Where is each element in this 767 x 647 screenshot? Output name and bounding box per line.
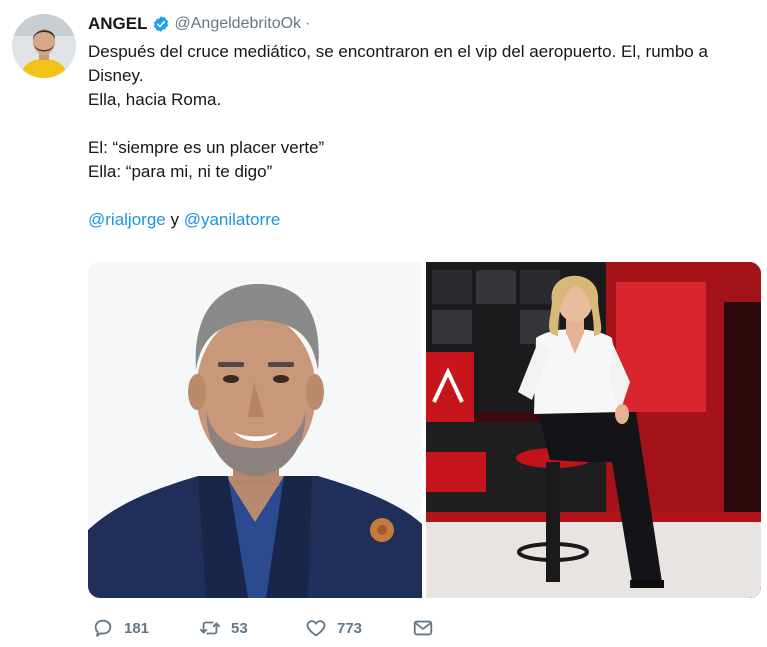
tweet-card: ANGEL @AngeldebritoOk · Después del cruc… — [0, 0, 767, 647]
envelope-icon — [413, 620, 433, 636]
reply-count: 181 — [124, 619, 150, 637]
like-count: 773 — [337, 619, 363, 637]
retweet-count: 53 — [231, 619, 248, 637]
mention-connector: y — [170, 210, 179, 229]
tweet-text: Después del cruce mediático, se encontra… — [88, 40, 758, 232]
tweet-header: ANGEL @AngeldebritoOk · — [88, 12, 310, 36]
mention-link-rialjorge[interactable]: @rialjorge — [88, 210, 166, 229]
tweet-line-3: El: “siempre es un placer verte” — [88, 138, 325, 157]
verified-badge-icon — [153, 16, 168, 32]
media-photo-left[interactable] — [88, 262, 422, 598]
direct-message-button[interactable] — [412, 617, 434, 639]
tweet-line-1: Después del cruce mediático, se encontra… — [88, 42, 708, 85]
photo-man-portrait — [88, 262, 422, 598]
reply-icon — [94, 619, 112, 637]
avatar-photo — [12, 14, 76, 78]
tweet-line-2: Ella, hacia Roma. — [88, 90, 222, 109]
photo-woman-tv-studio — [426, 262, 761, 598]
mention-link-yanilatorre[interactable]: @yanilatorre — [184, 210, 281, 229]
tweet-spacer — [88, 184, 758, 208]
tweet-mentions-line: @rialjorge y @yanilatorre — [88, 208, 758, 232]
retweet-icon — [199, 621, 221, 635]
media-photo-right[interactable] — [426, 262, 761, 598]
tweet-spacer — [88, 112, 758, 136]
author-name[interactable]: ANGEL — [88, 14, 148, 34]
tweet-line-4: Ella: “para mi, ni te digo” — [88, 162, 273, 181]
heart-icon — [306, 620, 326, 637]
like-button[interactable]: 773 — [305, 617, 362, 639]
header-separator: · — [305, 15, 311, 32]
author-handle[interactable]: @AngeldebritoOk — [175, 15, 302, 33]
author-avatar[interactable] — [12, 14, 76, 78]
tweet-media — [88, 262, 761, 598]
retweet-button[interactable]: 53 — [199, 617, 248, 639]
reply-button[interactable]: 181 — [92, 617, 149, 639]
